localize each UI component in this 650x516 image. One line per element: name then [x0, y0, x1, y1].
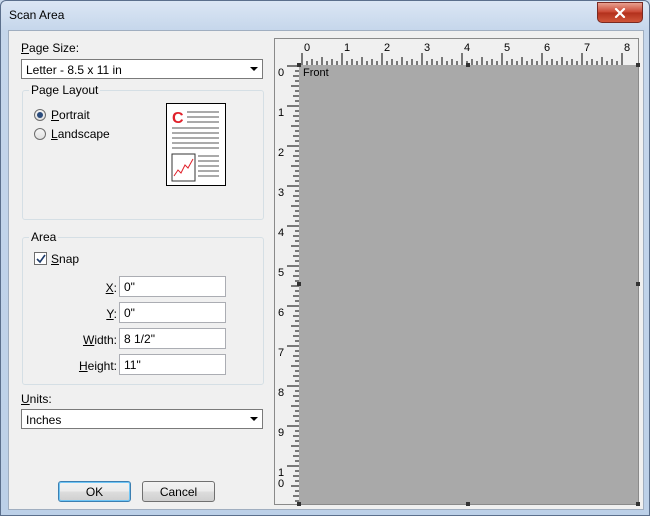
- landscape-radio[interactable]: [34, 128, 46, 140]
- chevron-down-icon: [250, 67, 258, 71]
- units-dropdown[interactable]: Inches: [21, 409, 263, 429]
- ruler-corner: [275, 39, 299, 65]
- ruler-number: 8: [624, 42, 630, 54]
- ruler-number: 8: [278, 387, 284, 399]
- scan-area-dialog: Scan Area Page Size: Letter - 8.5 x 11 i…: [0, 0, 650, 516]
- height-label-text: eight:: [87, 359, 117, 373]
- ruler-number: 6: [278, 307, 284, 319]
- horizontal-ruler: 0 1 2 3 4 5 6 7 8: [299, 39, 638, 65]
- width-value: 8 1/2": [124, 332, 155, 346]
- document-preview-graphic: C: [171, 110, 219, 182]
- close-button[interactable]: [597, 2, 643, 23]
- ruler-number: 3: [424, 42, 430, 54]
- height-field[interactable]: 11": [119, 354, 226, 375]
- y-label: Y:: [106, 307, 117, 321]
- snap-checkbox[interactable]: [34, 252, 47, 265]
- snap-label[interactable]: Snap: [51, 252, 79, 266]
- ruler-number: 0: [278, 478, 284, 490]
- ruler-number: 3: [278, 187, 284, 199]
- page-layout-title: Page Layout: [29, 83, 101, 97]
- x-label: X:: [105, 281, 117, 295]
- page-size-dropdown[interactable]: Letter - 8.5 x 11 in: [21, 59, 263, 79]
- area-group: Area Snap X: 0" Y: 0" Width: 8 1/2" Heig…: [22, 230, 264, 385]
- landscape-label[interactable]: Landscape: [51, 127, 110, 141]
- units-value: Inches: [26, 413, 62, 427]
- ruler-number: 4: [464, 42, 470, 54]
- width-label: Width:: [82, 333, 117, 347]
- x-field[interactable]: 0": [119, 276, 226, 297]
- ruler-number: 1: [344, 42, 350, 54]
- page-size-label-text: age Size:: [29, 41, 80, 55]
- resize-handle-bottom[interactable]: [466, 502, 470, 506]
- window-title: Scan Area: [9, 8, 65, 22]
- resize-handle-top-left[interactable]: [297, 63, 301, 67]
- page-size-label: Page Size:: [21, 41, 80, 55]
- ruler-number: 5: [504, 42, 510, 54]
- portrait-label[interactable]: Portrait: [51, 108, 90, 122]
- dialog-body: Page Size: Letter - 8.5 x 11 in Page Lay…: [8, 30, 644, 510]
- page-side-label: Front: [303, 67, 329, 79]
- resize-handle-bottom-left[interactable]: [297, 502, 301, 506]
- height-value: 11": [124, 358, 141, 372]
- portrait-radio[interactable]: [34, 109, 46, 121]
- chevron-down-icon: [250, 417, 258, 421]
- width-field[interactable]: 8 1/2": [119, 328, 226, 349]
- resize-handle-top-right[interactable]: [636, 63, 640, 67]
- width-label-text: idth:: [94, 333, 117, 347]
- units-label-text: nits:: [29, 392, 52, 406]
- units-label: Units:: [21, 392, 52, 406]
- ruler-number: 4: [278, 227, 284, 239]
- page-layout-group: Page Layout Portrait Landscape C: [22, 83, 264, 220]
- ruler-number: 0: [278, 67, 284, 79]
- scan-page-area[interactable]: Front: [297, 63, 640, 506]
- checkmark-icon: [35, 254, 46, 263]
- scan-area-preview: 012345678 012345678910 Front: [274, 38, 640, 506]
- vertical-ruler-graphic: 012345678910: [278, 65, 299, 502]
- height-label: Height:: [78, 359, 117, 373]
- resize-handle-bottom-right[interactable]: [636, 502, 640, 506]
- ruler-number: 6: [544, 42, 550, 54]
- resize-handle-top[interactable]: [466, 63, 470, 67]
- resize-handle-right[interactable]: [636, 282, 640, 286]
- ok-button[interactable]: OK: [58, 481, 131, 502]
- ruler-number: 7: [278, 347, 284, 359]
- ruler-number: 1: [278, 107, 284, 119]
- y-value: 0": [124, 306, 135, 320]
- area-title: Area: [29, 230, 59, 244]
- resize-handle-left[interactable]: [297, 282, 301, 286]
- title-bar[interactable]: Scan Area: [1, 1, 649, 29]
- portrait-preview-icon: C: [166, 103, 226, 186]
- ruler-number: 2: [384, 42, 390, 54]
- ruler-number: 2: [278, 147, 284, 159]
- ruler-number: 0: [304, 42, 310, 54]
- y-field[interactable]: 0": [119, 302, 226, 323]
- page-size-value: Letter - 8.5 x 11 in: [26, 63, 122, 77]
- preview-letter: C: [172, 110, 184, 127]
- cancel-button[interactable]: Cancel: [142, 481, 215, 502]
- horizontal-ruler-graphic: 0 1 2 3 4 5 6 7 8: [301, 42, 630, 65]
- x-value: 0": [124, 280, 135, 294]
- portrait-label-text: ortrait: [59, 108, 90, 122]
- landscape-label-text: andscape: [57, 127, 110, 141]
- vertical-ruler: 012345678910: [275, 65, 299, 504]
- ruler-number: 5: [278, 267, 284, 279]
- ruler-number: 9: [278, 427, 284, 439]
- ruler-number: 7: [584, 42, 590, 54]
- close-icon: [614, 7, 626, 18]
- snap-label-text: nap: [59, 252, 80, 266]
